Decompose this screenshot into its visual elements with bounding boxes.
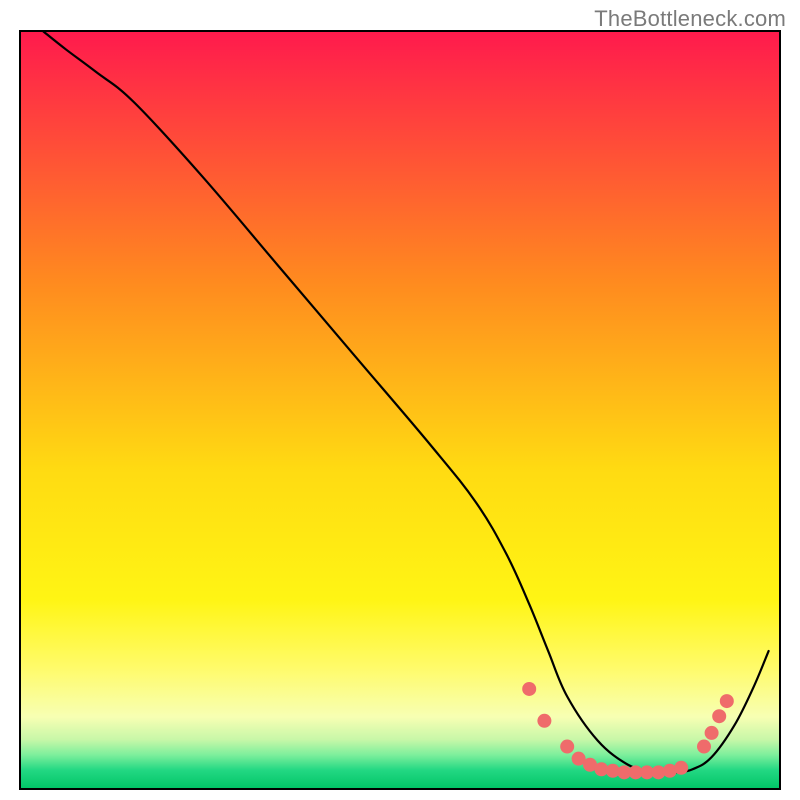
marker-dot — [537, 714, 551, 728]
chart-svg — [0, 0, 800, 800]
chart-root: TheBottleneck.com — [0, 0, 800, 800]
marker-dot — [697, 740, 711, 754]
marker-dot — [522, 682, 536, 696]
marker-dot — [705, 726, 719, 740]
marker-dot — [720, 694, 734, 708]
marker-dot — [674, 761, 688, 775]
marker-dot — [560, 740, 574, 754]
marker-dot — [712, 709, 726, 723]
